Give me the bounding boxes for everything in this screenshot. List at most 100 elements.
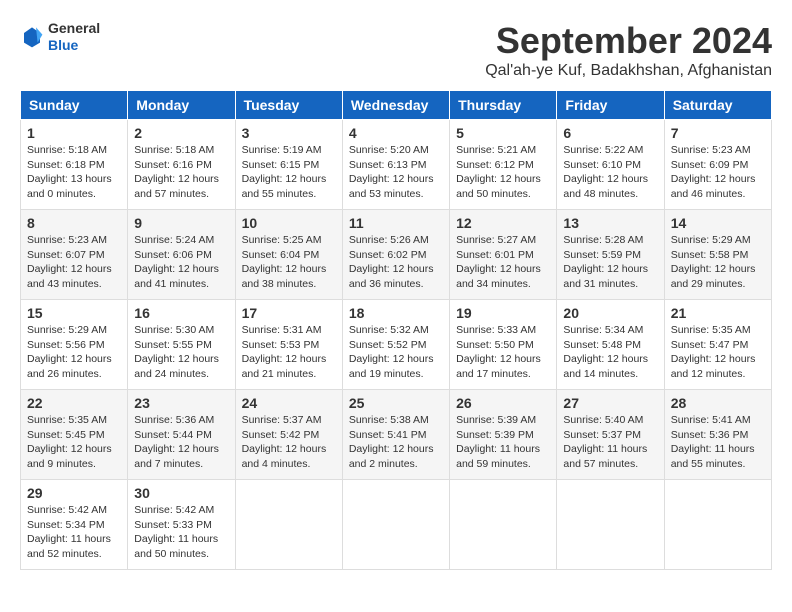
day-number: 15 xyxy=(27,305,121,321)
day-info: Sunrise: 5:26 AM Sunset: 6:02 PM Dayligh… xyxy=(349,233,443,292)
day-number: 23 xyxy=(134,395,228,411)
calendar-cell: 19 Sunrise: 5:33 AM Sunset: 5:50 PM Dayli… xyxy=(450,300,557,390)
calendar-cell: 26 Sunrise: 5:39 AM Sunset: 5:39 PM Dayli… xyxy=(450,390,557,480)
day-info: Sunrise: 5:35 AM Sunset: 5:47 PM Dayligh… xyxy=(671,323,765,382)
calendar-cell: 10 Sunrise: 5:25 AM Sunset: 6:04 PM Dayli… xyxy=(235,210,342,300)
day-number: 2 xyxy=(134,125,228,141)
day-number: 21 xyxy=(671,305,765,321)
day-number: 26 xyxy=(456,395,550,411)
day-number: 6 xyxy=(563,125,657,141)
day-number: 17 xyxy=(242,305,336,321)
calendar-cell xyxy=(664,480,771,570)
day-number: 25 xyxy=(349,395,443,411)
day-number: 5 xyxy=(456,125,550,141)
calendar-cell: 6 Sunrise: 5:22 AM Sunset: 6:10 PM Daylig… xyxy=(557,120,664,210)
page-header: General Blue September 2024 Qal'ah-ye Ku… xyxy=(20,20,772,80)
day-number: 7 xyxy=(671,125,765,141)
month-title: September 2024 xyxy=(485,20,772,62)
col-header-friday: Friday xyxy=(557,91,664,120)
calendar-cell: 25 Sunrise: 5:38 AM Sunset: 5:41 PM Dayli… xyxy=(342,390,449,480)
calendar-cell: 15 Sunrise: 5:29 AM Sunset: 5:56 PM Dayli… xyxy=(21,300,128,390)
calendar-cell: 8 Sunrise: 5:23 AM Sunset: 6:07 PM Daylig… xyxy=(21,210,128,300)
day-info: Sunrise: 5:18 AM Sunset: 6:18 PM Dayligh… xyxy=(27,143,121,202)
day-number: 13 xyxy=(563,215,657,231)
day-info: Sunrise: 5:42 AM Sunset: 5:34 PM Dayligh… xyxy=(27,503,121,562)
calendar-cell: 29 Sunrise: 5:42 AM Sunset: 5:34 PM Dayli… xyxy=(21,480,128,570)
calendar-cell: 5Sunrise: 5:21 AM Sunset: 6:12 PM Daylig… xyxy=(450,120,557,210)
day-info: Sunrise: 5:27 AM Sunset: 6:01 PM Dayligh… xyxy=(456,233,550,292)
calendar-cell: 7 Sunrise: 5:23 AM Sunset: 6:09 PM Daylig… xyxy=(664,120,771,210)
day-number: 14 xyxy=(671,215,765,231)
day-info: Sunrise: 5:41 AM Sunset: 5:36 PM Dayligh… xyxy=(671,413,765,472)
day-info: Sunrise: 5:31 AM Sunset: 5:53 PM Dayligh… xyxy=(242,323,336,382)
day-number: 10 xyxy=(242,215,336,231)
calendar-cell: 4 Sunrise: 5:20 AM Sunset: 6:13 PM Daylig… xyxy=(342,120,449,210)
calendar-cell: 14Sunrise: 5:29 AM Sunset: 5:58 PM Dayli… xyxy=(664,210,771,300)
calendar-cell: 23 Sunrise: 5:36 AM Sunset: 5:44 PM Dayli… xyxy=(128,390,235,480)
logo-icon xyxy=(20,25,44,49)
logo: General Blue xyxy=(20,20,100,54)
col-header-monday: Monday xyxy=(128,91,235,120)
day-info: Sunrise: 5:28 AM Sunset: 5:59 PM Dayligh… xyxy=(563,233,657,292)
week-row-5: 29 Sunrise: 5:42 AM Sunset: 5:34 PM Dayli… xyxy=(21,480,772,570)
logo-general: General xyxy=(48,20,100,37)
calendar-cell: 24Sunrise: 5:37 AM Sunset: 5:42 PM Dayli… xyxy=(235,390,342,480)
day-number: 8 xyxy=(27,215,121,231)
title-block: September 2024 Qal'ah-ye Kuf, Badakhshan… xyxy=(485,20,772,80)
calendar-cell: 21 Sunrise: 5:35 AM Sunset: 5:47 PM Dayli… xyxy=(664,300,771,390)
day-info: Sunrise: 5:23 AM Sunset: 6:09 PM Dayligh… xyxy=(671,143,765,202)
calendar-header: SundayMondayTuesdayWednesdayThursdayFrid… xyxy=(21,91,772,120)
calendar-cell: 17 Sunrise: 5:31 AM Sunset: 5:53 PM Dayli… xyxy=(235,300,342,390)
col-header-sunday: Sunday xyxy=(21,91,128,120)
day-info: Sunrise: 5:38 AM Sunset: 5:41 PM Dayligh… xyxy=(349,413,443,472)
day-number: 4 xyxy=(349,125,443,141)
col-header-tuesday: Tuesday xyxy=(235,91,342,120)
col-header-thursday: Thursday xyxy=(450,91,557,120)
calendar-cell: 22 Sunrise: 5:35 AM Sunset: 5:45 PM Dayli… xyxy=(21,390,128,480)
week-row-3: 15 Sunrise: 5:29 AM Sunset: 5:56 PM Dayli… xyxy=(21,300,772,390)
day-info: Sunrise: 5:18 AM Sunset: 6:16 PM Dayligh… xyxy=(134,143,228,202)
calendar-cell xyxy=(450,480,557,570)
day-info: Sunrise: 5:24 AM Sunset: 6:06 PM Dayligh… xyxy=(134,233,228,292)
week-row-4: 22 Sunrise: 5:35 AM Sunset: 5:45 PM Dayli… xyxy=(21,390,772,480)
day-number: 20 xyxy=(563,305,657,321)
calendar-cell: 9Sunrise: 5:24 AM Sunset: 6:06 PM Daylig… xyxy=(128,210,235,300)
calendar-cell: 2 Sunrise: 5:18 AM Sunset: 6:16 PM Daylig… xyxy=(128,120,235,210)
day-info: Sunrise: 5:33 AM Sunset: 5:50 PM Dayligh… xyxy=(456,323,550,382)
day-number: 30 xyxy=(134,485,228,501)
calendar-cell: 3Sunrise: 5:19 AM Sunset: 6:15 PM Daylig… xyxy=(235,120,342,210)
logo-blue: Blue xyxy=(48,37,100,54)
day-number: 22 xyxy=(27,395,121,411)
calendar-body: 1Sunrise: 5:18 AM Sunset: 6:18 PM Daylig… xyxy=(21,120,772,570)
day-info: Sunrise: 5:23 AM Sunset: 6:07 PM Dayligh… xyxy=(27,233,121,292)
header-row: SundayMondayTuesdayWednesdayThursdayFrid… xyxy=(21,91,772,120)
day-number: 11 xyxy=(349,215,443,231)
day-number: 27 xyxy=(563,395,657,411)
calendar-cell xyxy=(342,480,449,570)
day-info: Sunrise: 5:25 AM Sunset: 6:04 PM Dayligh… xyxy=(242,233,336,292)
calendar-cell xyxy=(235,480,342,570)
location: Qal'ah-ye Kuf, Badakhshan, Afghanistan xyxy=(485,62,772,80)
calendar-cell: 12 Sunrise: 5:27 AM Sunset: 6:01 PM Dayli… xyxy=(450,210,557,300)
day-number: 12 xyxy=(456,215,550,231)
day-info: Sunrise: 5:35 AM Sunset: 5:45 PM Dayligh… xyxy=(27,413,121,472)
day-number: 18 xyxy=(349,305,443,321)
calendar-cell: 16Sunrise: 5:30 AM Sunset: 5:55 PM Dayli… xyxy=(128,300,235,390)
day-number: 3 xyxy=(242,125,336,141)
day-info: Sunrise: 5:20 AM Sunset: 6:13 PM Dayligh… xyxy=(349,143,443,202)
day-number: 29 xyxy=(27,485,121,501)
day-info: Sunrise: 5:29 AM Sunset: 5:56 PM Dayligh… xyxy=(27,323,121,382)
day-info: Sunrise: 5:36 AM Sunset: 5:44 PM Dayligh… xyxy=(134,413,228,472)
calendar-table: SundayMondayTuesdayWednesdayThursdayFrid… xyxy=(20,90,772,570)
calendar-cell: 27Sunrise: 5:40 AM Sunset: 5:37 PM Dayli… xyxy=(557,390,664,480)
calendar-cell: 20Sunrise: 5:34 AM Sunset: 5:48 PM Dayli… xyxy=(557,300,664,390)
day-info: Sunrise: 5:39 AM Sunset: 5:39 PM Dayligh… xyxy=(456,413,550,472)
day-info: Sunrise: 5:22 AM Sunset: 6:10 PM Dayligh… xyxy=(563,143,657,202)
day-number: 16 xyxy=(134,305,228,321)
day-number: 28 xyxy=(671,395,765,411)
calendar-cell: 18Sunrise: 5:32 AM Sunset: 5:52 PM Dayli… xyxy=(342,300,449,390)
day-number: 19 xyxy=(456,305,550,321)
day-info: Sunrise: 5:42 AM Sunset: 5:33 PM Dayligh… xyxy=(134,503,228,562)
day-info: Sunrise: 5:37 AM Sunset: 5:42 PM Dayligh… xyxy=(242,413,336,472)
col-header-saturday: Saturday xyxy=(664,91,771,120)
